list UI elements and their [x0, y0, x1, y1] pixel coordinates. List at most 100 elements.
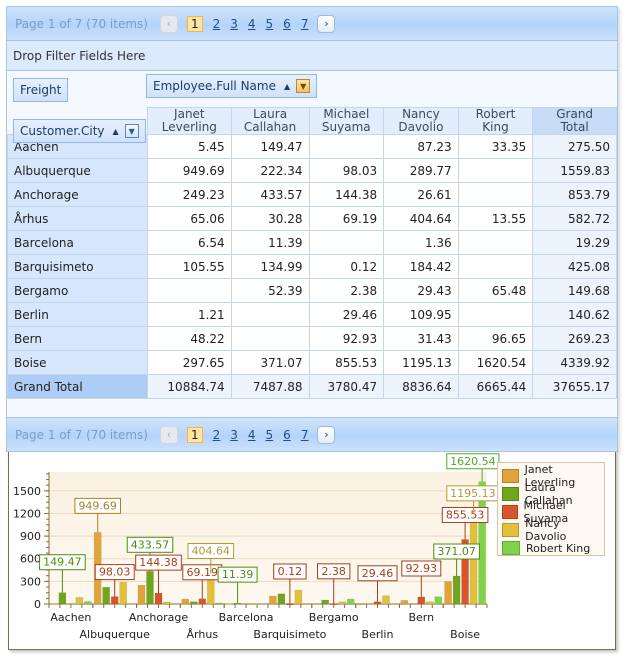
- bar-laura-callahan: [233, 602, 242, 605]
- row-header[interactable]: Bern: [7, 326, 148, 351]
- column-header[interactable]: Robert King: [457, 107, 534, 135]
- data-cell: 249.23: [147, 182, 232, 207]
- page-7[interactable]: 7: [301, 428, 309, 442]
- annotation-label: 1620.54: [450, 455, 496, 468]
- bar-janet-leverling: [225, 603, 233, 605]
- bar-nancy-davolio: [163, 601, 171, 605]
- row-header[interactable]: Barquisimeto: [7, 254, 148, 279]
- column-header[interactable]: Michael Suyama: [308, 107, 385, 135]
- data-cell: 65.48: [457, 278, 534, 303]
- data-cell: 48.22: [147, 326, 232, 351]
- y-tick-label: 900: [20, 530, 41, 543]
- row-header[interactable]: Anchorage: [7, 182, 148, 207]
- page-6[interactable]: 6: [283, 428, 291, 442]
- next-page-button[interactable]: ›: [317, 425, 336, 444]
- page-4[interactable]: 4: [248, 428, 256, 442]
- annotation-label: 11.39: [222, 568, 254, 581]
- page-5[interactable]: 5: [266, 428, 274, 442]
- sort-ascending-icon[interactable]: ▲: [113, 127, 119, 136]
- y-tick-label: 1200: [13, 507, 41, 520]
- grand-total-cell: 8836.64: [383, 374, 459, 399]
- annotation-label: 2.38: [321, 565, 346, 578]
- y-tick-label: 0: [34, 598, 41, 611]
- pager-top: Page 1 of 7 (70 items) ‹ 1 2 3 4 5 6 7 ›: [7, 7, 617, 41]
- page-2[interactable]: 2: [213, 17, 221, 31]
- column-field-employee[interactable]: Employee.Full Name ▲ ▼: [146, 74, 318, 98]
- chevron-right-icon: ›: [324, 17, 329, 30]
- page-3[interactable]: 3: [230, 17, 238, 31]
- table-row: Berlin 1.21 29.46 109.95 140.62: [7, 302, 617, 327]
- annotation-label: 92.93: [406, 562, 438, 575]
- x-tick-label: Anchorage: [129, 611, 188, 624]
- table-row: Barquisimeto 105.55 134.99 0.12 184.42 425.08: [7, 254, 617, 279]
- bar-nancy-davolio: [250, 603, 259, 606]
- table-row: Barcelona 6.54 11.39 1.36 19.29: [7, 230, 617, 255]
- data-cell: 184.42: [383, 254, 459, 279]
- column-header[interactable]: Janet Leverling: [147, 107, 232, 135]
- data-cell: [147, 278, 232, 303]
- filter-drop-area[interactable]: Drop Filter Fields Here: [7, 41, 617, 71]
- bar-janet-leverling: [50, 603, 58, 605]
- bar-laura-callahan: [58, 592, 67, 605]
- row-total-cell: 853.79: [532, 182, 617, 207]
- bar-michael-suyama: [110, 596, 119, 605]
- annotation-label: 371.07: [437, 545, 476, 558]
- page-2[interactable]: 2: [213, 428, 221, 442]
- grand-total-row: Grand Total 10884.74 7487.88 3780.47 883…: [7, 374, 617, 399]
- chevron-right-icon: ›: [324, 428, 329, 441]
- page-1[interactable]: 1: [186, 426, 203, 443]
- table-row: Albuquerque 949.69 222.34 98.03 289.77 1559.8…: [7, 158, 617, 183]
- pager-bottom: Page 1 of 7 (70 items) ‹ 1 2 3 4 5 6 7 ›: [7, 417, 617, 451]
- row-total-cell: 269.23: [532, 326, 617, 351]
- column-header[interactable]: Laura Callahan: [230, 107, 310, 135]
- bar-michael-suyama: [329, 603, 338, 606]
- data-cell: [230, 326, 310, 351]
- bar-michael-suyama: [286, 603, 294, 606]
- column-header[interactable]: Nancy Davolio: [383, 107, 459, 135]
- row-header[interactable]: Berlin: [7, 302, 148, 327]
- next-page-button[interactable]: ›: [317, 14, 336, 33]
- row-header[interactable]: Barcelona: [7, 230, 148, 255]
- page-1[interactable]: 1: [186, 15, 203, 32]
- data-cell: 149.47: [230, 134, 310, 159]
- data-cell: 134.99: [230, 254, 310, 279]
- prev-page-button[interactable]: ‹: [159, 425, 178, 444]
- data-cell: 52.39: [230, 278, 310, 303]
- data-cell: [457, 158, 534, 183]
- page-4[interactable]: 4: [248, 17, 256, 31]
- annotation-label: 404.64: [192, 544, 231, 557]
- data-cell: 105.55: [147, 254, 232, 279]
- sort-ascending-icon[interactable]: ▲: [284, 82, 290, 91]
- pivot-grid: Page 1 of 7 (70 items) ‹ 1 2 3 4 5 6 7 ›…: [6, 6, 618, 452]
- x-tick-label: Berlin: [362, 628, 394, 641]
- data-cell: 29.43: [383, 278, 459, 303]
- data-cell: 404.64: [383, 206, 459, 231]
- chevron-left-icon: ‹: [166, 428, 172, 441]
- row-total-cell: 140.62: [532, 302, 617, 327]
- row-field-customer-city[interactable]: Customer.City ▲ ▼: [13, 119, 146, 143]
- page-3[interactable]: 3: [230, 428, 238, 442]
- filter-dropdown-icon[interactable]: ▼: [296, 79, 311, 93]
- annotation-label: 149.47: [43, 556, 82, 569]
- prev-page-button[interactable]: ‹: [159, 14, 178, 33]
- page-7[interactable]: 7: [301, 17, 309, 31]
- row-header[interactable]: Bergamo: [7, 278, 148, 303]
- grand-total-cell: 3780.47: [308, 374, 385, 399]
- data-cell: [457, 230, 534, 255]
- filter-dropdown-icon[interactable]: ▼: [124, 124, 139, 138]
- row-header[interactable]: Århus: [7, 206, 148, 231]
- data-cell: 30.28: [230, 206, 310, 231]
- header-line: Laura: [253, 107, 288, 121]
- header-line: King: [482, 120, 509, 134]
- data-cell: 1195.13: [383, 350, 459, 375]
- row-total-cell: 1559.83: [532, 158, 617, 183]
- row-header[interactable]: Albuquerque: [7, 158, 148, 183]
- row-header[interactable]: Boise: [7, 350, 148, 375]
- data-field-freight[interactable]: Freight: [13, 78, 69, 102]
- page-6[interactable]: 6: [283, 17, 291, 31]
- page-5[interactable]: 5: [266, 17, 274, 31]
- chart-panel: 0 300 600 900 1200 1500 Aachen Albuquerque Ancho…: [8, 452, 616, 650]
- row-field-label: Customer.City: [20, 124, 105, 138]
- bar-janet-leverling: [137, 584, 146, 605]
- bar-michael-suyama: [198, 598, 207, 605]
